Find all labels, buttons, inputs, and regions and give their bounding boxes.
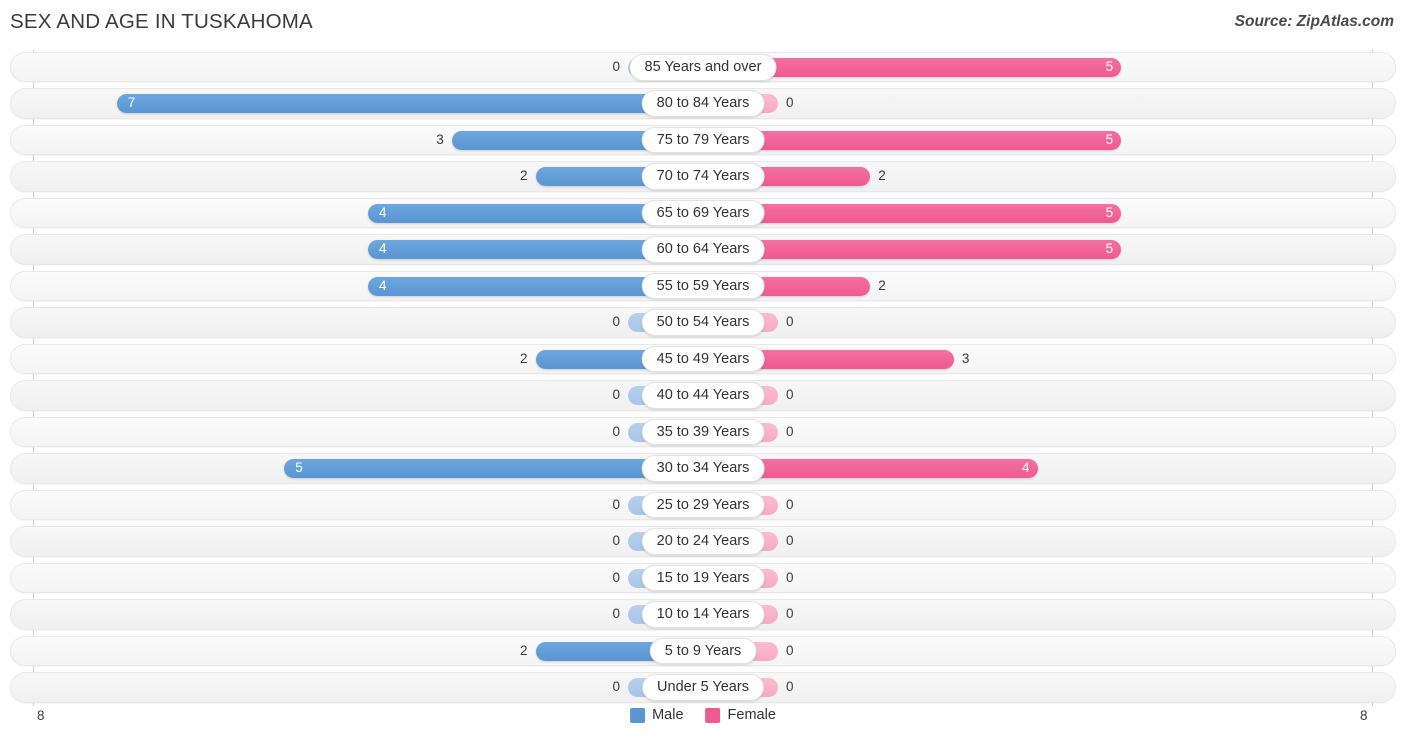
table-row[interactable]: 3 5 75 to 79 Years [0,124,1406,156]
table-row[interactable]: 4 5 65 to 69 Years [0,197,1406,229]
age-group-label: 30 to 34 Years [641,455,765,482]
male-value-label: 0 [612,387,620,403]
age-group-label: 10 to 14 Years [641,601,765,628]
age-group-label: 40 to 44 Years [641,382,765,409]
age-group-label: 80 to 84 Years [641,90,765,117]
table-row[interactable]: 5 4 30 to 34 Years [0,453,1406,484]
female-value-label: 3 [961,350,970,366]
table-row[interactable]: 0 0 10 to 14 Years [0,599,1406,630]
table-row[interactable]: 0 0 20 to 24 Years [0,526,1406,557]
female-value-label: 0 [786,569,794,585]
female-bar[interactable] [703,240,1122,260]
age-group-label: 55 to 59 Years [641,272,765,300]
male-value-label: 0 [612,606,620,622]
female-color-swatch-icon [705,707,721,723]
legend-label-female: Female [727,707,776,723]
age-group-label: 35 to 39 Years [641,418,765,446]
legend-item-male[interactable]: Male [630,707,684,723]
female-bar[interactable] [703,203,1122,223]
age-group-label: 85 Years and over [629,54,777,81]
table-row[interactable]: 2 0 5 to 9 Years [0,635,1406,667]
table-row[interactable]: 0 0 50 to 54 Years [0,307,1406,338]
female-value-label: 0 [786,95,794,111]
table-row[interactable]: 0 5 85 Years and over [0,52,1406,83]
table-row[interactable]: 0 0 35 to 39 Years [0,416,1406,448]
male-value-label: 0 [612,59,620,74]
age-group-label: Under 5 Years [642,674,764,701]
male-bar[interactable] [116,94,703,114]
male-value-label: 4 [379,241,387,257]
legend-item-female[interactable]: Female [705,707,776,723]
male-value-label: 2 [519,642,528,658]
male-color-swatch-icon [630,707,646,723]
table-row[interactable]: 4 2 55 to 59 Years [0,270,1406,302]
male-value-label: 0 [612,314,620,330]
table-row[interactable]: 4 5 60 to 64 Years [0,234,1406,265]
age-group-label: 5 to 9 Years [649,637,757,665]
male-bar[interactable] [284,459,703,479]
female-value-label: 5 [1105,59,1114,74]
table-row[interactable]: 7 0 80 to 84 Years [0,88,1406,119]
chart-legend: Male Female [630,707,776,723]
female-value-label: 2 [878,277,886,293]
chart-footer: 8 8 Male Female [0,700,1406,740]
age-group-label: 75 to 79 Years [641,126,765,154]
table-row[interactable]: 0 0 40 to 44 Years [0,380,1406,411]
male-value-label: 0 [612,569,620,585]
female-value-label: 5 [1105,131,1114,147]
female-value-label: 0 [786,606,794,622]
age-group-label: 60 to 64 Years [641,236,765,263]
table-row[interactable]: 2 2 70 to 74 Years [0,161,1406,192]
age-group-label: 50 to 54 Years [641,309,765,336]
female-bar[interactable] [703,130,1122,150]
female-value-label: 2 [878,168,886,184]
male-value-label: 2 [519,168,528,184]
female-value-label: 0 [786,496,794,512]
male-value-label: 0 [612,679,620,695]
female-value-label: 0 [786,423,794,439]
table-row[interactable]: 2 3 45 to 49 Years [0,343,1406,375]
male-value-label: 0 [612,423,620,439]
male-value-label: 7 [127,95,136,111]
chart-rows: 0 5 85 Years and over 7 0 80 to 84 Years 3 5 75 … [0,52,1406,709]
female-value-label: 0 [786,679,794,695]
axis-tick-right: 8 [1360,708,1368,723]
legend-label-male: Male [652,707,684,723]
female-value-label: 5 [1105,241,1114,257]
male-value-label: 0 [612,533,620,549]
male-value-label: 0 [612,496,620,512]
female-value-label: 5 [1105,204,1114,220]
female-value-label: 0 [786,387,794,403]
male-value-label: 2 [519,350,528,366]
female-value-label: 0 [786,533,794,549]
chart-area: 0 5 85 Years and over 7 0 80 to 84 Years 3 5 75 … [0,46,1406,706]
age-group-label: 70 to 74 Years [641,163,765,190]
female-value-label: 0 [786,314,794,330]
male-value-label: 4 [379,204,387,220]
male-value-label: 4 [379,277,387,293]
age-group-label: 15 to 19 Years [641,564,765,592]
age-group-label: 25 to 29 Years [641,491,765,519]
page-title: SEX AND AGE IN TUSKAHOMA [10,10,313,33]
table-row[interactable]: 0 0 Under 5 Years [0,672,1406,703]
male-value-label: 5 [295,460,303,476]
age-group-label: 65 to 69 Years [641,199,765,227]
axis-tick-left: 8 [37,708,45,723]
male-value-label: 3 [436,131,444,147]
source-attribution: Source: ZipAtlas.com [1234,13,1394,30]
female-value-label: 4 [1021,460,1030,476]
age-group-label: 20 to 24 Years [641,528,765,555]
population-pyramid-page: SEX AND AGE IN TUSKAHOMA Source: ZipAtla… [0,0,1406,740]
age-group-label: 45 to 49 Years [641,345,765,373]
female-value-label: 0 [786,642,794,658]
table-row[interactable]: 0 0 25 to 29 Years [0,489,1406,521]
table-row[interactable]: 0 0 15 to 19 Years [0,562,1406,594]
chart-header: SEX AND AGE IN TUSKAHOMA Source: ZipAtla… [0,0,1406,46]
